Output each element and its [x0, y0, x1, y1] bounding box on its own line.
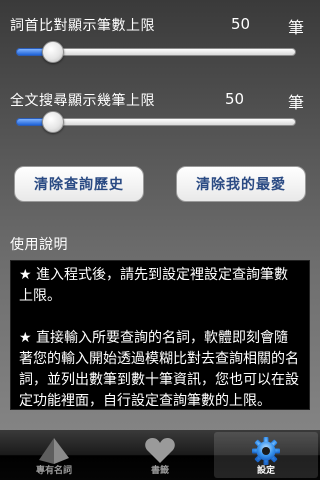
- tab-terms[interactable]: 專有名詞: [2, 432, 106, 478]
- help-text-box[interactable]: ★ 進入程式後，請先到設定裡設定查詢筆數上限。 ★ 直接輸入所要查詢的名詞，軟體…: [10, 260, 310, 410]
- exact-limit-slider-thumb[interactable]: [41, 41, 64, 63]
- tab-terms-label: 專有名詞: [35, 466, 72, 476]
- clear-favorites-button[interactable]: 清除我的最愛: [176, 166, 306, 202]
- exact-limit-slider[interactable]: [16, 41, 296, 63]
- heart-icon: [145, 438, 175, 463]
- exact-limit-unit: 筆: [288, 18, 305, 37]
- fulltext-limit-label: 全文搜尋顯示幾筆上限: [10, 93, 155, 109]
- tab-bar: 專有名詞 書籤 設定: [0, 430, 320, 480]
- fulltext-limit-slider-thumb[interactable]: [41, 111, 64, 133]
- tab-settings[interactable]: 設定: [214, 432, 318, 478]
- tab-bookmarks-label: 書籤: [150, 466, 169, 476]
- tab-settings-label: 設定: [256, 466, 275, 476]
- help-paragraph-1: ★ 進入程式後，請先到設定裡設定查詢筆數上限。: [19, 267, 288, 304]
- tab-bookmarks[interactable]: 書籤: [108, 432, 212, 478]
- help-paragraph-2: ★ 直接輸入所要查詢的名詞，軟體即刻會隨著您的輸入開始透過模糊比對去查詢相關的名…: [19, 330, 299, 409]
- exact-limit-value: 50: [231, 15, 251, 33]
- help-title: 使用說明: [10, 237, 68, 253]
- fulltext-limit-value: 50: [225, 90, 245, 108]
- exact-limit-label: 詞首比對顯示筆數上限: [10, 18, 155, 34]
- fulltext-limit-slider[interactable]: [16, 111, 296, 133]
- fulltext-limit-unit: 筆: [288, 93, 305, 112]
- gear-icon: [252, 437, 280, 465]
- pyramid-icon: [39, 438, 69, 464]
- clear-history-button[interactable]: 清除查詢歷史: [14, 166, 144, 202]
